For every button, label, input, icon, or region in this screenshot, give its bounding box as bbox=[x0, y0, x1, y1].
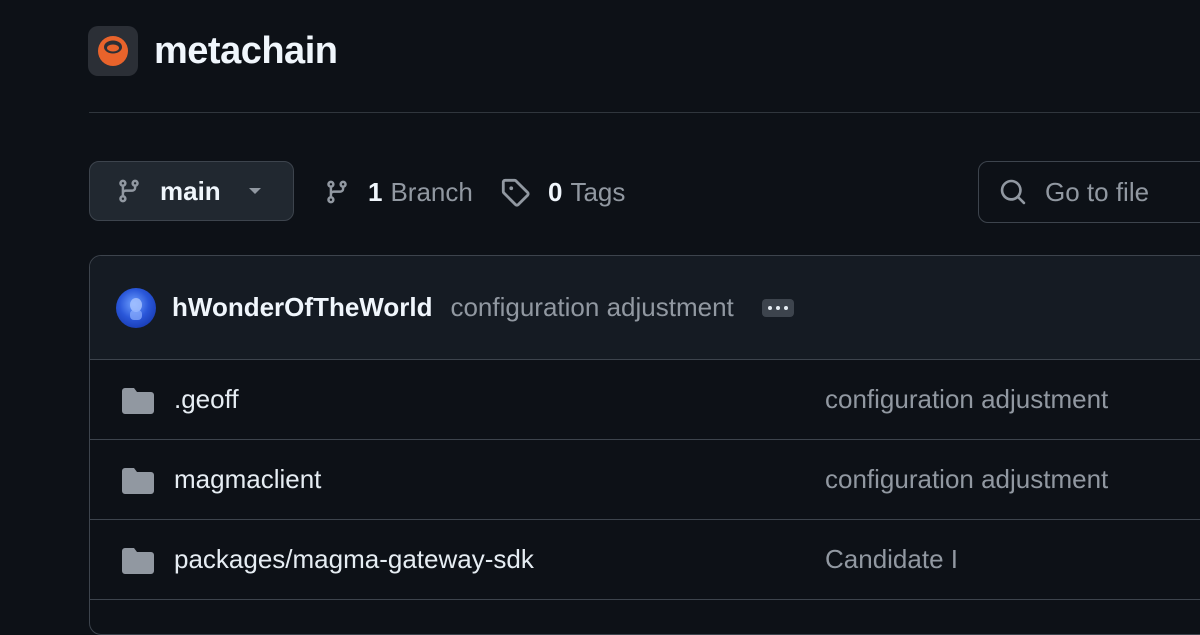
branch-selector-button[interactable]: main bbox=[89, 161, 294, 221]
tag-label: Tags bbox=[570, 176, 626, 207]
file-row[interactable]: magmaclient configuration adjustment bbox=[90, 440, 1200, 520]
go-to-file-input[interactable] bbox=[1043, 175, 1200, 209]
file-commit-message[interactable]: Candidate I bbox=[825, 544, 958, 575]
avatar[interactable] bbox=[116, 287, 156, 328]
folder-icon bbox=[122, 388, 154, 414]
header-divider bbox=[89, 112, 1200, 113]
branch-label: Branch bbox=[390, 176, 473, 207]
repo-name[interactable]: metachain bbox=[154, 30, 338, 73]
file-commit-message[interactable]: configuration adjustment bbox=[825, 384, 1108, 415]
file-row[interactable]: packages/magma-gateway-sdk Candidate I bbox=[90, 520, 1200, 600]
file-name[interactable]: packages/magma-gateway-sdk bbox=[174, 544, 534, 575]
folder-icon bbox=[122, 468, 154, 494]
commit-message[interactable]: configuration adjustment bbox=[450, 292, 733, 323]
git-branch-icon bbox=[327, 180, 347, 204]
tags-link[interactable]: 0 Tags bbox=[500, 174, 625, 210]
commit-details-ellipsis-icon[interactable] bbox=[761, 298, 794, 317]
go-to-file-search[interactable] bbox=[978, 161, 1200, 223]
file-name[interactable]: magmaclient bbox=[174, 464, 321, 495]
file-commit-message[interactable]: configuration adjustment bbox=[825, 464, 1108, 495]
branches-link[interactable]: 1 Branch bbox=[324, 174, 473, 210]
folder-icon bbox=[122, 548, 154, 574]
file-name[interactable]: .geoff bbox=[174, 384, 239, 415]
commit-author[interactable]: hWonderOfTheWorld bbox=[172, 292, 432, 323]
file-browser: hWonderOfTheWorld configuration adjustme… bbox=[89, 255, 1200, 635]
search-icon bbox=[1000, 179, 1026, 205]
git-branch-icon bbox=[119, 179, 139, 203]
latest-commit-row: hWonderOfTheWorld configuration adjustme… bbox=[90, 256, 1200, 360]
repo-header: metachain bbox=[88, 24, 338, 78]
chevron-down-icon bbox=[247, 186, 263, 196]
tag-count: 0 bbox=[548, 176, 563, 207]
file-row[interactable]: .geoff configuration adjustment bbox=[90, 360, 1200, 440]
tag-icon bbox=[501, 178, 530, 207]
branch-selector-label: main bbox=[160, 175, 221, 206]
branch-count: 1 bbox=[368, 176, 383, 207]
repo-logo-icon[interactable] bbox=[88, 26, 138, 76]
